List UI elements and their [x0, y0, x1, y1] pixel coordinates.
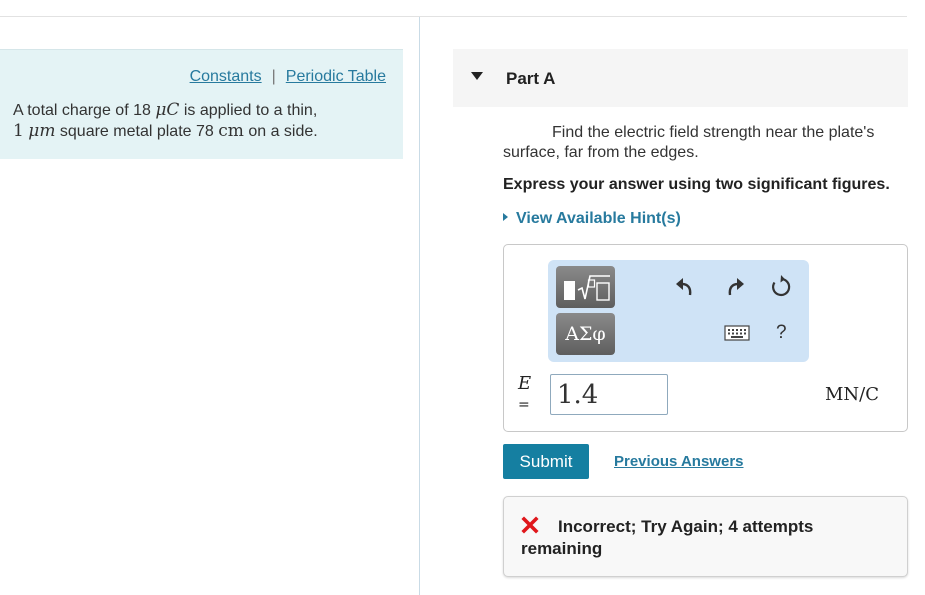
redo-icon[interactable]	[721, 274, 747, 300]
part-title: Part A	[506, 69, 556, 88]
keyboard-icon[interactable]	[724, 323, 750, 343]
answer-instruction: Express your answer using two significan…	[503, 176, 890, 193]
problem-statement: A total charge of 18 μC is applied to a …	[13, 100, 318, 141]
column-divider	[419, 17, 420, 595]
collapse-caret-icon[interactable]	[471, 72, 483, 80]
view-hints-link[interactable]: View Available Hint(s)	[503, 210, 681, 228]
charge-unit: μC	[155, 100, 180, 120]
top-divider	[0, 16, 907, 17]
question-text: Find the electric field strength near th…	[503, 124, 875, 161]
templates-button[interactable]	[556, 266, 615, 308]
submit-button[interactable]: Submit	[503, 444, 589, 479]
previous-answers-link[interactable]: Previous Answers	[614, 453, 744, 470]
templates-icon	[564, 275, 610, 301]
help-button[interactable]: ?	[776, 322, 787, 344]
math-toolbar: ΑΣφ ?	[548, 260, 809, 362]
thickness-unit: μm	[28, 121, 56, 141]
equals-sign: =	[518, 397, 530, 413]
feedback-message: Incorrect; Try Again; 4 attempts remaini…	[521, 517, 814, 558]
problem-info-panel: Constants | Periodic Table A total charge …	[0, 49, 403, 159]
constants-link[interactable]: Constants	[190, 68, 262, 85]
answer-units: MN/C	[825, 384, 880, 405]
answer-input[interactable]	[550, 374, 668, 415]
thickness-value: 1	[13, 121, 24, 141]
reset-icon[interactable]	[768, 274, 794, 300]
answer-box: ΑΣφ ? E = MN/C	[503, 244, 908, 432]
expand-triangle-icon	[503, 213, 508, 221]
part-a-header[interactable]: Part A	[453, 49, 908, 107]
link-separator: |	[271, 68, 276, 85]
periodic-table-link[interactable]: Periodic Table	[286, 68, 386, 85]
answer-variable: E	[518, 373, 532, 394]
undo-icon[interactable]	[673, 274, 699, 300]
feedback-box: Incorrect; Try Again; 4 attempts remaini…	[503, 496, 908, 577]
info-links: Constants | Periodic Table	[190, 68, 386, 86]
greek-symbols-button[interactable]: ΑΣφ	[556, 313, 615, 355]
side-unit: cm	[218, 121, 244, 141]
